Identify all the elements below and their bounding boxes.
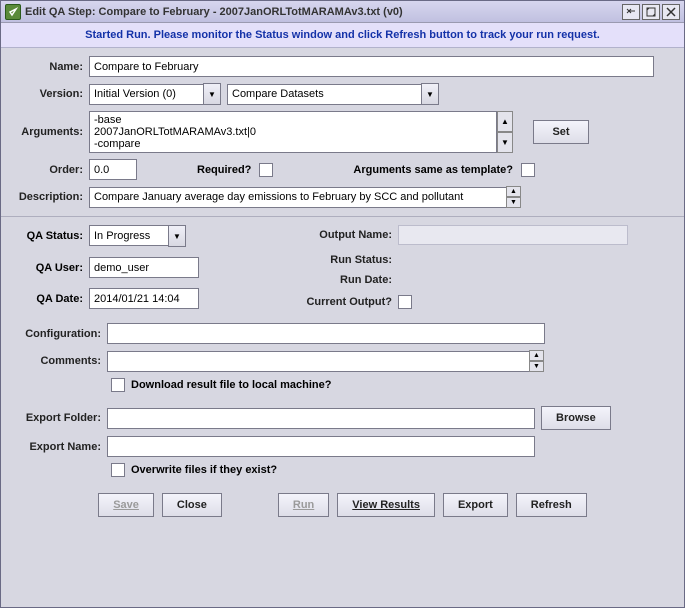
arguments-label: Arguments: [11,126,89,138]
run-date-label: Run Date: [273,274,398,286]
qa-user-label: QA User: [11,262,89,274]
qa-user-input[interactable] [89,257,199,278]
description-input[interactable] [89,187,507,208]
comments-scroll-up-icon[interactable]: ▲ [529,350,544,361]
required-label: Required? [197,164,251,176]
version-label: Version: [11,88,89,100]
version-dropdown-icon[interactable]: ▼ [203,83,221,105]
export-name-label: Export Name: [11,441,107,453]
configuration-label: Configuration: [11,328,107,340]
comments-input[interactable] [107,351,530,372]
comments-scroll-down-icon[interactable]: ▼ [529,361,544,372]
status-banner: Started Run. Please monitor the Status w… [1,23,684,48]
output-name-field [398,225,628,245]
description-scroll-down-icon[interactable]: ▼ [506,197,521,208]
name-label: Name: [11,61,89,73]
edit-qa-step-window: Edit QA Step: Compare to February - 2007… [0,0,685,608]
required-checkbox[interactable] [259,163,273,177]
refresh-button[interactable]: Refresh [516,493,587,517]
run-button[interactable]: Run [278,493,329,517]
export-button[interactable]: Export [443,493,508,517]
run-status-label: Run Status: [273,254,398,266]
export-name-input[interactable] [107,436,535,457]
divider [1,216,684,217]
qa-status-dropdown-icon[interactable]: ▼ [168,225,186,247]
set-button[interactable]: Set [533,120,589,144]
description-label: Description: [11,191,89,203]
description-scroll-up-icon[interactable]: ▲ [506,186,521,197]
order-label: Order: [11,164,89,176]
comments-label: Comments: [11,355,107,367]
args-same-label: Arguments same as template? [353,164,513,176]
current-output-checkbox[interactable] [398,295,412,309]
order-input[interactable] [89,159,137,180]
qa-status-label: QA Status: [11,230,89,242]
output-name-label: Output Name: [273,229,398,241]
minimize-icon[interactable] [622,4,640,20]
overwrite-label: Overwrite files if they exist? [131,464,277,476]
close-icon[interactable] [662,4,680,20]
version-field[interactable] [89,84,204,105]
configuration-input[interactable] [107,323,545,344]
maximize-icon[interactable] [642,4,660,20]
export-folder-label: Export Folder: [11,412,107,424]
current-output-label: Current Output? [273,296,398,308]
view-results-button[interactable]: View Results [337,493,435,517]
download-label: Download result file to local machine? [131,379,331,391]
download-checkbox[interactable] [111,378,125,392]
arguments-scroll-down-icon[interactable]: ▼ [497,132,513,153]
button-bar: Save Close Run View Results Export Refre… [11,483,674,527]
overwrite-checkbox[interactable] [111,463,125,477]
name-input[interactable] [89,56,654,77]
program-field[interactable] [227,84,422,105]
form-content: Name: Version: ▼ ▼ Arguments: -base 2007… [1,48,684,607]
arguments-textarea[interactable]: -base 2007JanORLTotMARAMAv3.txt|0 -compa… [89,111,497,153]
qa-date-input[interactable] [89,288,199,309]
args-same-checkbox[interactable] [521,163,535,177]
app-icon [5,4,21,20]
save-button[interactable]: Save [98,493,154,517]
program-dropdown-icon[interactable]: ▼ [421,83,439,105]
titlebar: Edit QA Step: Compare to February - 2007… [1,1,684,23]
qa-status-field[interactable] [89,225,169,246]
export-folder-input[interactable] [107,408,535,429]
window-title: Edit QA Step: Compare to February - 2007… [25,6,403,18]
qa-date-label: QA Date: [11,293,89,305]
browse-button[interactable]: Browse [541,406,611,430]
close-button[interactable]: Close [162,493,222,517]
arguments-scroll-up-icon[interactable]: ▲ [497,111,513,132]
